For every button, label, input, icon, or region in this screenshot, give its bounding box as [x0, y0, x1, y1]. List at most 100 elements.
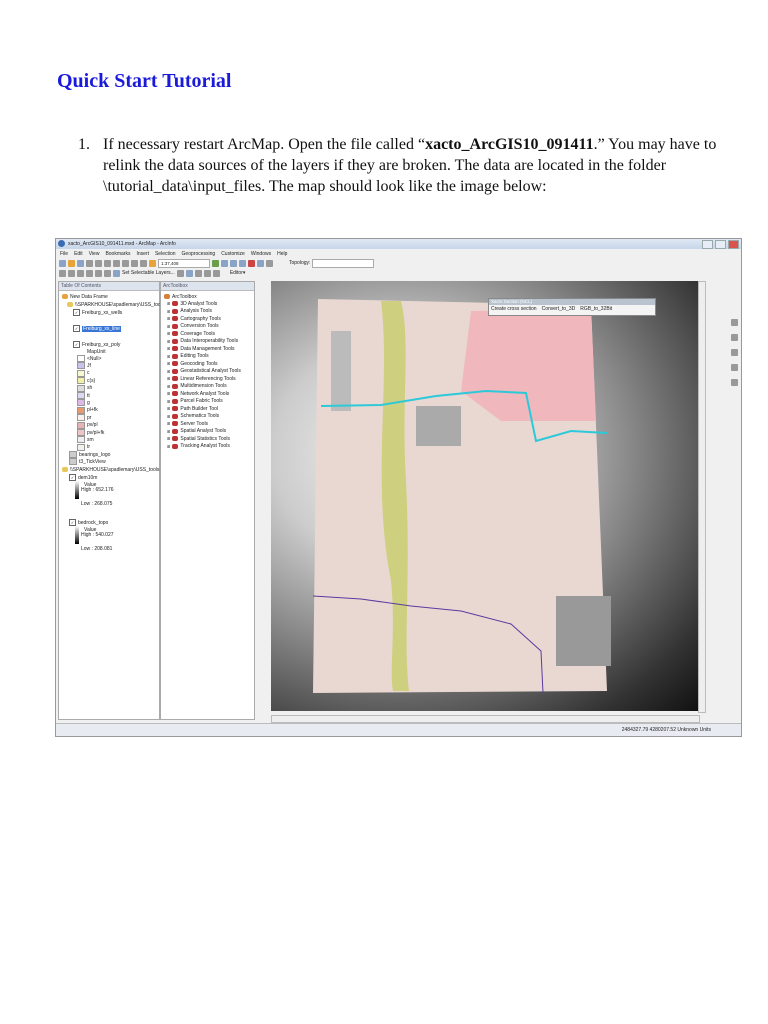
expand-icon[interactable]: ⊞ — [167, 369, 170, 374]
toolbox-item[interactable]: ⊞ Analysis Tools — [167, 308, 212, 315]
menu-insert[interactable]: Insert — [136, 251, 149, 257]
menu-view[interactable]: View — [89, 251, 100, 257]
menu-windows[interactable]: Windows — [251, 251, 271, 257]
expand-icon[interactable]: ⊞ — [167, 301, 170, 306]
expand-icon[interactable]: ⊞ — [167, 354, 170, 359]
toolbox-item[interactable]: ⊞ Multidimension Tools — [167, 383, 227, 390]
cut-icon[interactable] — [95, 259, 102, 267]
tool-icon[interactable] — [730, 334, 738, 341]
toolbox-item[interactable]: ⊞ Data Interoperability Tools — [167, 338, 238, 345]
minimize-button[interactable] — [702, 240, 713, 249]
expand-icon[interactable]: ⊞ — [167, 414, 170, 419]
back-icon[interactable] — [95, 269, 102, 277]
toolbox-item[interactable]: ⊞ Geostatistical Analyst Tools — [167, 368, 241, 375]
editor-toolbar-icon[interactable] — [212, 259, 219, 267]
map-vertical-scrollbar[interactable] — [698, 281, 706, 713]
hyperlink-icon[interactable] — [194, 269, 202, 277]
toolbox-item[interactable]: ⊞ Conversion Tools — [167, 323, 219, 330]
scale-input[interactable]: 1:37,408 — [158, 258, 210, 268]
layer-item[interactable]: t3_TickView — [69, 458, 106, 466]
menu-edit[interactable]: Edit — [74, 251, 83, 257]
tool-icon[interactable] — [730, 349, 738, 356]
toc-icon[interactable] — [221, 259, 228, 267]
expand-icon[interactable]: ⊞ — [167, 399, 170, 404]
print-icon[interactable] — [86, 259, 93, 267]
folder-item[interactable]: \\SPARKHOUSE\spadlemary\USS_tools — [67, 301, 164, 308]
topology-select[interactable] — [312, 258, 375, 268]
layer-wells[interactable]: ✓ Freiburg_xs_wells — [73, 309, 122, 316]
toolbox-item[interactable]: ⊞ Data Management Tools — [167, 345, 234, 352]
layer-checkbox[interactable]: ✓ — [73, 309, 80, 316]
delete-icon[interactable] — [122, 259, 129, 267]
measure-icon[interactable] — [212, 269, 220, 277]
editor-menu[interactable]: Editor▾ — [230, 270, 246, 276]
map-horizontal-scrollbar[interactable] — [271, 715, 700, 723]
map-view[interactable] — [271, 281, 698, 711]
rgb-to-32bit-button[interactable]: RGB_to_32Bit — [580, 306, 612, 312]
tool-icon[interactable] — [730, 379, 738, 386]
paste-icon[interactable] — [113, 259, 120, 267]
identify-icon[interactable] — [185, 269, 193, 277]
menu-selection[interactable]: Selection — [155, 251, 176, 257]
pan-icon[interactable] — [77, 269, 84, 277]
tool-icon[interactable] — [730, 319, 738, 326]
open-icon[interactable] — [68, 259, 75, 267]
new-icon[interactable] — [59, 259, 66, 267]
toolbox-item[interactable]: ⊞ Parcel Fabric Tools — [167, 398, 223, 405]
expand-icon[interactable]: ⊞ — [167, 421, 170, 426]
expand-icon[interactable]: ⊞ — [167, 436, 170, 441]
toolbox-item[interactable]: ⊞ Schematics Tools — [167, 413, 219, 420]
toolbox-item[interactable]: ⊞ Network Analyst Tools — [167, 390, 229, 397]
set-selectable-layers-button[interactable]: Set Selectable Layers... — [122, 270, 175, 276]
convert-to-3d-button[interactable]: Convert_to_3D — [542, 306, 576, 312]
expand-icon[interactable]: ⊞ — [167, 384, 170, 389]
expand-icon[interactable]: ⊞ — [167, 376, 170, 381]
layer-line[interactable]: ✓ Freiburg_xs_line — [73, 325, 121, 332]
expand-icon[interactable]: ⊞ — [167, 406, 170, 411]
expand-icon[interactable]: ⊞ — [167, 429, 170, 434]
full-extent-icon[interactable] — [86, 269, 93, 277]
catalog-icon[interactable] — [230, 259, 237, 267]
toolbox-item[interactable]: ⊞ Linear Referencing Tools — [167, 375, 236, 382]
expand-icon[interactable]: ⊞ — [167, 309, 170, 314]
tool-icon[interactable] — [730, 364, 738, 371]
menu-help[interactable]: Help — [277, 251, 287, 257]
close-button[interactable] — [728, 240, 739, 249]
pointer-icon[interactable] — [176, 269, 184, 277]
create-cross-section-button[interactable]: Create cross section — [491, 306, 537, 312]
toolbox-item[interactable]: ⊞ Spatial Analyst Tools — [167, 428, 226, 435]
save-icon[interactable] — [77, 259, 84, 267]
copy-icon[interactable] — [104, 259, 111, 267]
python-icon[interactable] — [257, 259, 264, 267]
toolbox-item[interactable]: ⊞ Cartography Tools — [167, 315, 221, 322]
expand-icon[interactable]: ⊞ — [167, 316, 170, 321]
zoom-out-icon[interactable] — [68, 269, 75, 277]
toolbox-icon[interactable] — [248, 259, 255, 267]
expand-icon[interactable]: ⊞ — [167, 361, 170, 366]
toolbox-item[interactable]: ⊞ 3D Analyst Tools — [167, 300, 217, 307]
menu-geoprocessing[interactable]: Geoprocessing — [182, 251, 216, 257]
toolbox-item[interactable]: ⊞ Server Tools — [167, 420, 208, 427]
expand-icon[interactable]: ⊞ — [167, 444, 170, 449]
toolbox-item[interactable]: ⊞ Path Builder Tool — [167, 405, 218, 412]
layer-item[interactable]: bearings_logo — [69, 451, 110, 459]
menu-customize[interactable]: Customize — [221, 251, 245, 257]
menu-file[interactable]: File — [60, 251, 68, 257]
layer-poly[interactable]: ✓ Freiburg_xs_poly — [73, 341, 120, 348]
redo-icon[interactable] — [140, 259, 147, 267]
toolbox-item[interactable]: ⊞ Editing Tools — [167, 353, 209, 360]
toolbox-item[interactable]: ⊞ Geocoding Tools — [167, 360, 218, 367]
toolbox-item[interactable]: ⊞ Tracking Analyst Tools — [167, 443, 230, 450]
add-data-icon[interactable] — [149, 259, 156, 267]
layer-checkbox[interactable]: ✓ — [73, 341, 80, 348]
expand-icon[interactable]: ⊞ — [167, 324, 170, 329]
search-icon[interactable] — [239, 259, 246, 267]
data-frame[interactable]: New Data Frame — [62, 293, 108, 300]
menu-bookmarks[interactable]: Bookmarks — [105, 251, 130, 257]
forward-icon[interactable] — [104, 269, 111, 277]
raster-layer[interactable]: ✓ dem10m — [69, 474, 97, 482]
expand-icon[interactable]: ⊞ — [167, 339, 170, 344]
zoom-in-icon[interactable] — [59, 269, 66, 277]
expand-icon[interactable]: ⊞ — [167, 391, 170, 396]
folder-item[interactable]: \\SPARKHOUSE\spadlemary\USS_tools — [62, 466, 159, 473]
